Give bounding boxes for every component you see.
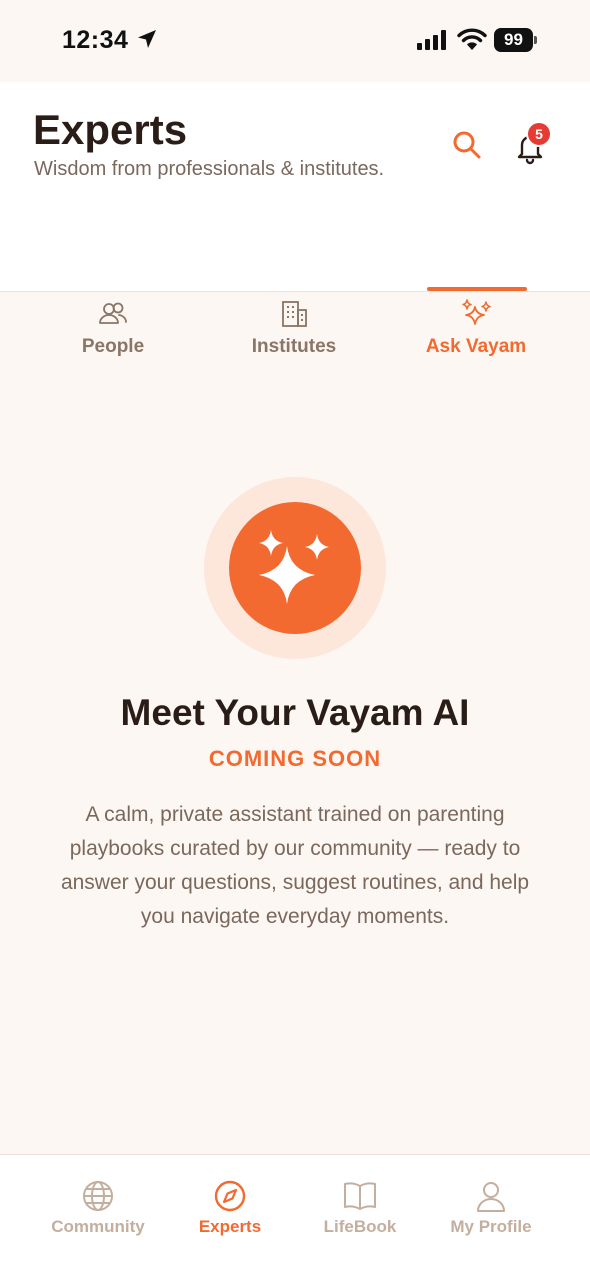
people-icon [99,302,127,324]
search-icon[interactable] [450,128,484,162]
status-bar: 12:34 99 [0,0,590,82]
sparkles-icon [259,530,329,604]
hero-description: A calm, private assistant trained on par… [60,803,530,928]
globe-icon [83,1181,113,1211]
nav-label: My Profile [450,1217,532,1236]
nav-item-lifebook[interactable]: LifeBook [295,1155,425,1255]
status-time: 12:34 [62,26,129,54]
tab-ask-vayam[interactable]: Ask Vayam [406,292,546,374]
tab-bar: People Institutes Ask Vayam [0,292,590,374]
nav-item-experts[interactable]: Experts [165,1155,295,1255]
profile-icon [477,1182,505,1212]
nav-item-my-profile[interactable]: My Profile [426,1155,556,1255]
header: Experts Wisdom from professionals & inst… [0,82,590,357]
sparkles-icon [462,299,491,325]
divider [0,291,590,292]
nav-label: Experts [198,1217,262,1236]
tab-institutes[interactable]: Institutes [224,292,364,374]
tab-label: Ask Vayam [425,336,527,357]
page-title: Experts [33,106,188,153]
bottom-nav: Community Experts LifeBook My Profile [0,1154,590,1280]
tab-label: Institutes [251,336,337,357]
nav-item-community[interactable]: Community [33,1155,163,1255]
wifi-icon [457,28,487,50]
compass-icon [214,1180,246,1212]
battery-indicator: 99 [494,28,537,52]
battery-level: 99 [494,28,533,52]
page-subtitle: Wisdom from professionals & institutes. [34,158,385,180]
tab-label: People [81,336,145,357]
building-icon [282,301,307,327]
location-arrow-icon [138,30,156,48]
cellular-signal-icon [417,30,446,50]
coming-soon-label: COMING SOON [208,746,382,771]
book-icon [344,1182,376,1210]
nav-label: LifeBook [323,1217,397,1236]
nav-label: Community [51,1217,145,1236]
battery-cap [534,36,537,44]
notification-badge: 5 [526,121,552,147]
tab-people[interactable]: People [43,292,183,374]
hero-title: Meet Your Vayam AI [120,692,470,733]
